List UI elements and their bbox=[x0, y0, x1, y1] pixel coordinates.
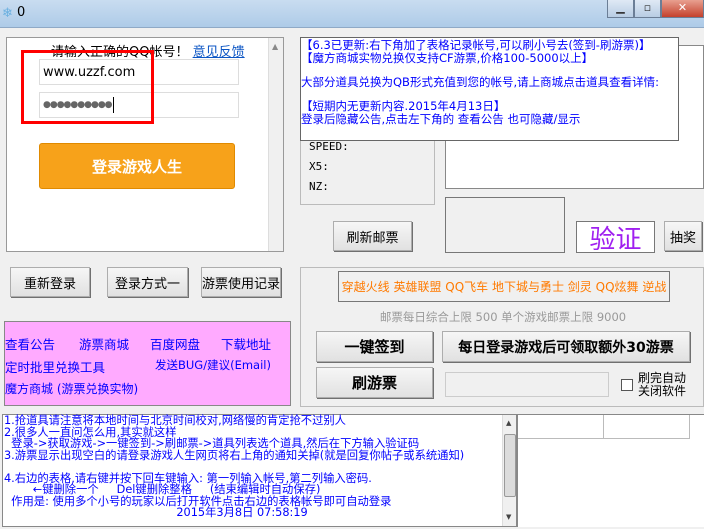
log-line: 3.游票显示出现空白的请登录游戏人生网页将右上角的通知关掉(就是回复你帖子或系统… bbox=[4, 448, 465, 462]
captcha-image bbox=[445, 197, 565, 253]
scroll-thumb[interactable] bbox=[504, 434, 516, 497]
log-scrollbar[interactable]: ▲ ▼ bbox=[502, 415, 516, 526]
relogin-button[interactable]: 重新登录 bbox=[10, 267, 90, 297]
auto-close-label-line: 关闭软件 bbox=[638, 384, 687, 398]
log-textarea[interactable]: 1.抢道具请注意将本地时间与北京时间校对,网络慢的肯定抢不过别人 2.很多人一直… bbox=[2, 414, 517, 527]
speed-label: SPEED: bbox=[309, 140, 349, 153]
brush-ticket-button[interactable]: 刷游票 bbox=[316, 367, 433, 398]
minimize-button[interactable]: ▁ bbox=[607, 0, 634, 18]
send-bug-link[interactable]: 发送BUG/建议(Email) bbox=[155, 357, 271, 373]
magic-mall-link[interactable]: 魔方商城 (游票兑换实物) bbox=[5, 380, 138, 397]
table-cell[interactable] bbox=[604, 415, 690, 439]
window-title: 0 bbox=[17, 5, 26, 20]
ticket-mall-link[interactable]: 游票商城 bbox=[79, 334, 129, 353]
one-key-sign-button[interactable]: 一键签到 bbox=[316, 331, 433, 362]
login-mode-button[interactable]: 登录方式一 bbox=[107, 267, 188, 297]
ticket-input[interactable] bbox=[445, 372, 609, 397]
log-line: 登录->获取游戏->一键签到->刷邮票->道具列表选个道具,然后在下方输入验证码 bbox=[4, 437, 420, 450]
nz-label: NZ: bbox=[309, 180, 329, 193]
table-cell[interactable] bbox=[518, 415, 604, 439]
highlight-box bbox=[21, 50, 154, 124]
x5-label: X5: bbox=[309, 160, 329, 173]
login-panel: 请输入正确的QQ帐号！ 意见反馈 www.uzzf.com ●●●●●●●●●●… bbox=[6, 37, 284, 252]
view-notice-link[interactable]: 查看公告 bbox=[5, 334, 55, 353]
daily-bonus-button[interactable]: 每日登录游戏后可领取额外30游票 bbox=[442, 331, 690, 362]
log-line: 2015年3月8日 07:58:19 bbox=[4, 506, 308, 519]
login-button[interactable]: 登录游戏人生 bbox=[39, 143, 235, 189]
log-line: 1.抢道具请注意将本地时间与北京时间校对,网络慢的肯定抢不过别人 bbox=[4, 414, 346, 427]
verify-button[interactable]: 验证 bbox=[576, 221, 655, 255]
ticket-log-button[interactable]: 游票使用记录 bbox=[201, 267, 281, 297]
notice-line: 【魔方商城实物兑换仅支持CF游票,价格100-5000以上】 bbox=[301, 51, 594, 65]
batch-tool-link[interactable]: 定时批里兑换工具 bbox=[5, 357, 105, 376]
title-bar: ❄ 0 ▁ ▫ ✕ bbox=[0, 0, 704, 28]
games-list: 穿越火线 英雄联盟 QQ飞车 地下城与勇士 剑灵 QQ炫舞 逆战 bbox=[338, 271, 670, 302]
app-icon: ❄ bbox=[2, 6, 13, 21]
links-panel: 查看公告 游票商城 百度网盘 下载地址 定时批里兑换工具 发送BUG/建议(Em… bbox=[4, 321, 291, 406]
auto-close-checkbox[interactable] bbox=[621, 379, 633, 391]
feedback-link[interactable]: 意见反馈 bbox=[193, 45, 245, 60]
refresh-mail-button[interactable]: 刷新邮票 bbox=[333, 221, 412, 251]
sign-group: 穿越火线 英雄联盟 QQ飞车 地下城与勇士 剑灵 QQ炫舞 逆战 邮票每日综合上… bbox=[300, 267, 704, 407]
accounts-table[interactable] bbox=[517, 414, 704, 527]
scrollbar[interactable]: ▲ bbox=[268, 38, 283, 251]
maximize-button[interactable]: ▫ bbox=[634, 0, 661, 18]
log-line: ←键删除一个 Del键删除整格 (结束编辑时自动保存) bbox=[4, 483, 321, 496]
notice-line: 登录后隐藏公告,点击左下角的 查看公告 也可隐藏/显示 bbox=[301, 112, 581, 126]
auto-close-label: 刷完自动 关闭软件 bbox=[638, 372, 686, 398]
baidu-pan-link[interactable]: 百度网盘 bbox=[150, 334, 200, 353]
lottery-button[interactable]: 抽奖 bbox=[664, 221, 702, 251]
close-button[interactable]: ✕ bbox=[661, 0, 704, 18]
notice-line: 大部分道具兑换为QB形式充值到您的帐号,请上商城点击道具查看详情: bbox=[301, 75, 659, 89]
limits-text: 邮票每日综合上限 500 单个游戏邮票上限 9000 bbox=[379, 310, 627, 324]
download-link[interactable]: 下载地址 bbox=[221, 334, 271, 353]
notice-box: 【6.3已更新:右下角加了表格记录帐号,可以刷小号去(签到-刷游票)】 【魔方商… bbox=[300, 37, 679, 141]
